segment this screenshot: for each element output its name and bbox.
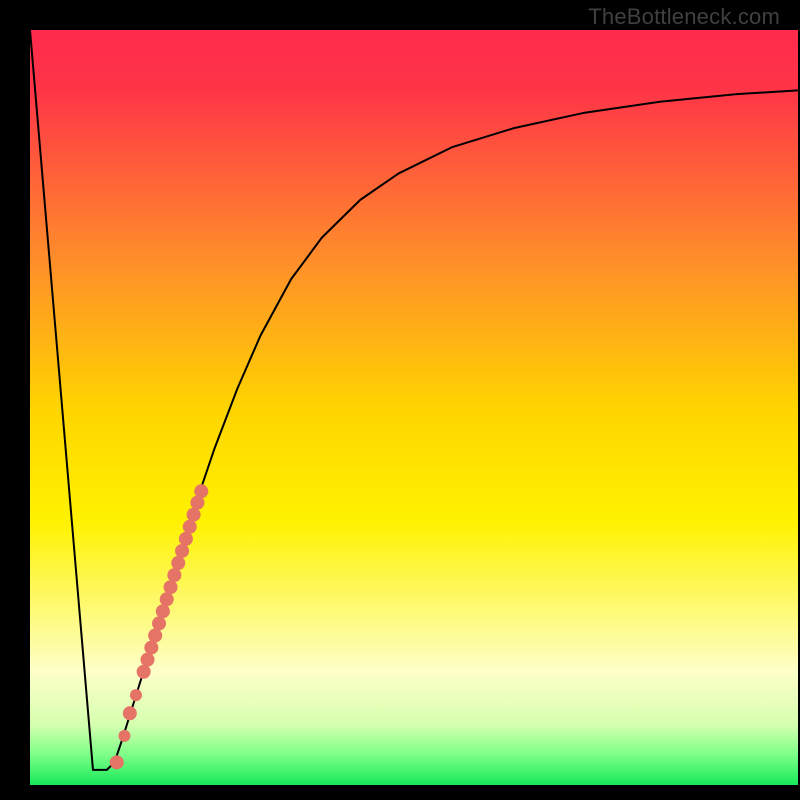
highlight-marker (194, 484, 208, 498)
highlight-marker (137, 665, 151, 679)
highlight-marker (130, 689, 142, 701)
highlight-marker (179, 532, 193, 546)
highlight-marker (148, 629, 162, 643)
highlight-marker (144, 641, 158, 655)
highlight-marker (171, 556, 185, 570)
highlight-marker (160, 592, 174, 606)
highlight-marker (118, 730, 130, 742)
highlight-marker (156, 604, 170, 618)
highlight-marker (141, 653, 155, 667)
bottleneck-chart (0, 0, 800, 800)
highlight-marker (164, 580, 178, 594)
highlight-marker (110, 755, 124, 769)
highlight-marker (123, 706, 137, 720)
chart-container: TheBottleneck.com (0, 0, 800, 800)
highlight-marker (187, 508, 201, 522)
watermark-text: TheBottleneck.com (588, 4, 780, 30)
highlight-marker (167, 568, 181, 582)
highlight-marker (175, 544, 189, 558)
highlight-marker (152, 616, 166, 630)
highlight-marker (183, 520, 197, 534)
